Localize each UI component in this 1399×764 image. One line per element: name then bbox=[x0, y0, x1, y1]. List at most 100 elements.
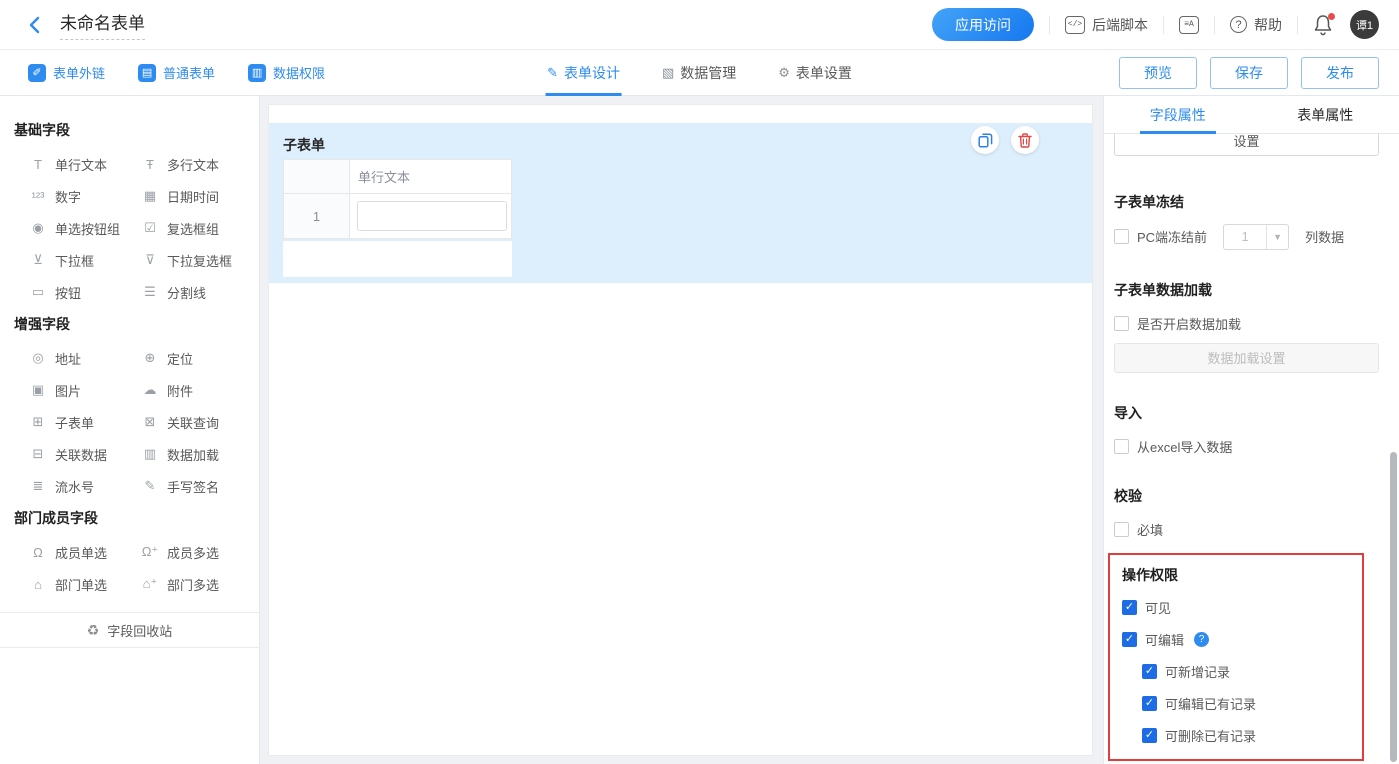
panel-tab[interactable]: 字段属性 bbox=[1104, 96, 1252, 133]
backend-script-button[interactable]: </> 后端脚本 bbox=[1065, 15, 1148, 35]
field-palette-item[interactable]: ⌂ 部门单选 bbox=[29, 568, 141, 600]
permission-checkbox-row[interactable]: 可删除已有记录 ? bbox=[1142, 726, 1352, 745]
center-tabs: ✎ 表单设计 ▧ 数据管理 ⚙ 表单设置 bbox=[545, 50, 852, 96]
checkbox[interactable] bbox=[1142, 695, 1157, 711]
checkbox[interactable] bbox=[1122, 599, 1137, 615]
field-palette-item[interactable]: Ω⁺ 成员多选 bbox=[141, 536, 259, 568]
settings-button[interactable]: 设置 bbox=[1114, 134, 1379, 156]
field-palette-item[interactable]: ⊟ 关联数据 bbox=[29, 438, 141, 470]
permission-checkbox-row[interactable]: 可编辑已有记录 ? bbox=[1142, 694, 1352, 713]
toolbar-action-button[interactable]: 发布 bbox=[1301, 56, 1379, 89]
field-palette-item[interactable]: ☑ 复选框组 bbox=[141, 212, 259, 244]
field-icon: ▣ bbox=[31, 382, 45, 397]
field-palette-item[interactable]: Ω 成员单选 bbox=[29, 536, 141, 568]
field-palette-item[interactable]: ⊕ 定位 bbox=[141, 342, 259, 374]
field-icon: Ω bbox=[33, 544, 43, 560]
field-palette-item[interactable]: Ŧ 多行文本 bbox=[141, 148, 259, 180]
dataload-checkbox-row[interactable]: 是否开启数据加载 bbox=[1114, 314, 1379, 333]
permission-label: 可编辑 bbox=[1145, 632, 1185, 648]
field-icon: T bbox=[34, 156, 42, 172]
field-palette-item[interactable]: ☰ 分割线 bbox=[141, 276, 259, 308]
import-checkbox-row[interactable]: 从excel导入数据 bbox=[1114, 437, 1379, 456]
checkbox[interactable] bbox=[1122, 631, 1137, 647]
field-palette-item[interactable]: ◎ 地址 bbox=[29, 342, 141, 374]
subform-component-selected[interactable]: 子表单 单行文本 1 bbox=[269, 123, 1092, 283]
field-label: 复选框组 bbox=[167, 221, 220, 237]
field-icon: ▭ bbox=[31, 284, 45, 299]
checkbox-unchecked[interactable] bbox=[1114, 315, 1129, 331]
toolbar-item-icon: ▤ bbox=[138, 63, 157, 82]
panel-scrollbar[interactable] bbox=[1390, 452, 1397, 762]
field-palette-item[interactable]: ✎ 手写签名 bbox=[141, 470, 259, 502]
toolbar-left-item[interactable]: ▥ 数据权限 bbox=[248, 63, 325, 82]
freeze-checkbox-row[interactable]: PC端冻结前 1 ▼ 列数据 bbox=[1114, 223, 1379, 250]
checkbox-unchecked[interactable] bbox=[1114, 521, 1129, 537]
notification-dot bbox=[1328, 12, 1335, 20]
main-tab[interactable]: ⚙ 表单设置 bbox=[778, 50, 852, 96]
permissions-list: 可见 ? 可编辑 ? 可新增记录 ? bbox=[1122, 598, 1352, 745]
field-palette-item[interactable]: ▣ 图片 bbox=[29, 374, 141, 406]
toolbar-action-button[interactable]: 保存 bbox=[1210, 56, 1288, 89]
toolbar-right-group: 预览 保存 发布 bbox=[1119, 56, 1399, 89]
avatar[interactable]: 谭1 bbox=[1350, 10, 1379, 39]
text-input[interactable] bbox=[357, 201, 507, 231]
field-palette-item[interactable]: ¹²³ 数字 bbox=[29, 180, 141, 212]
toolbar-left-item[interactable]: ▤ 普通表单 bbox=[138, 63, 215, 82]
permission-label: 可删除已有记录 bbox=[1165, 728, 1257, 744]
subform-table: 单行文本 1 bbox=[283, 159, 512, 239]
back-button[interactable] bbox=[22, 13, 46, 37]
checkbox-unchecked[interactable] bbox=[1114, 229, 1129, 244]
permission-checkbox-row[interactable]: 可编辑 ? bbox=[1122, 630, 1352, 649]
language-button[interactable]: ≡A bbox=[1179, 15, 1199, 34]
notification-bell-button[interactable] bbox=[1313, 12, 1335, 36]
field-palette-item[interactable]: ⌂⁺ 部门多选 bbox=[141, 568, 259, 600]
index-header-cell bbox=[284, 160, 350, 193]
app-access-button[interactable]: 应用访问 bbox=[932, 8, 1034, 41]
permission-checkbox-row[interactable]: 可见 ? bbox=[1122, 598, 1352, 617]
backend-script-label: 后端脚本 bbox=[1092, 16, 1148, 33]
field-palette-item[interactable]: ⊻ 下拉框 bbox=[29, 244, 141, 276]
tab-icon: ⚙ bbox=[778, 65, 790, 80]
field-palette-item[interactable]: ▭ 按钮 bbox=[29, 276, 141, 308]
field-palette-item[interactable]: ☁ 附件 bbox=[141, 374, 259, 406]
field-label: 定位 bbox=[167, 351, 194, 367]
main-tab[interactable]: ✎ 表单设计 bbox=[545, 50, 622, 96]
field-palette-item[interactable]: ≣ 流水号 bbox=[29, 470, 141, 502]
freeze-column-select[interactable]: 1 ▼ bbox=[1223, 223, 1290, 250]
field-palette-item[interactable]: T 单行文本 bbox=[29, 148, 141, 180]
trash-icon bbox=[1018, 132, 1032, 148]
dataload-settings-button[interactable]: 数据加载设置 bbox=[1114, 342, 1379, 373]
field-palette-item[interactable]: ◉ 单选按钮组 bbox=[29, 212, 141, 244]
panel-tab[interactable]: 表单属性 bbox=[1252, 96, 1399, 133]
field-recycle-bin-button[interactable]: ♻ 字段回收站 bbox=[0, 612, 259, 648]
checkbox[interactable] bbox=[1142, 727, 1157, 743]
field-palette-item[interactable]: ⊠ 关联查询 bbox=[141, 406, 259, 438]
help-button[interactable]: ? 帮助 bbox=[1230, 15, 1282, 35]
checkbox-unchecked[interactable] bbox=[1114, 438, 1129, 454]
form-sheet[interactable]: 子表单 单行文本 1 bbox=[268, 104, 1093, 756]
checkbox[interactable] bbox=[1142, 663, 1157, 679]
field-label: 成员多选 bbox=[167, 545, 220, 561]
field-label: 手写签名 bbox=[167, 479, 220, 495]
field-label: 日期时间 bbox=[167, 189, 220, 205]
design-canvas: 子表单 单行文本 1 bbox=[260, 96, 1103, 764]
required-checkbox-row[interactable]: 必填 bbox=[1114, 520, 1379, 539]
toolbar-item-label: 数据权限 bbox=[273, 66, 326, 81]
field-palette-item[interactable]: ⊽ 下拉复选框 bbox=[141, 244, 259, 276]
properties-panel: 字段属性 表单属性 设置 子表单冻结 PC端冻结前 1 ▼ 列数据 子表单数据加… bbox=[1103, 96, 1399, 764]
main-tab[interactable]: ▧ 数据管理 bbox=[662, 50, 736, 96]
field-palette-item[interactable]: ⊞ 子表单 bbox=[29, 406, 141, 438]
column-header-cell[interactable]: 单行文本 bbox=[350, 160, 511, 193]
toolbar-action-button[interactable]: 预览 bbox=[1119, 56, 1197, 89]
help-icon[interactable]: ? bbox=[1194, 631, 1210, 647]
dataload-section-title: 子表单数据加载 bbox=[1114, 281, 1212, 298]
field-palette-item[interactable]: ▥ 数据加载 bbox=[141, 438, 259, 470]
field-palette-item[interactable]: ▦ 日期时间 bbox=[141, 180, 259, 212]
delete-component-button[interactable] bbox=[1011, 126, 1039, 154]
form-title[interactable]: 未命名表单 bbox=[60, 9, 145, 40]
permission-checkbox-row[interactable]: 可新增记录 ? bbox=[1142, 662, 1352, 681]
copy-component-button[interactable] bbox=[971, 126, 999, 154]
help-label: 帮助 bbox=[1254, 16, 1282, 33]
field-label: 数据加载 bbox=[167, 447, 220, 463]
toolbar-left-item[interactable]: ✐ 表单外链 bbox=[28, 63, 105, 82]
